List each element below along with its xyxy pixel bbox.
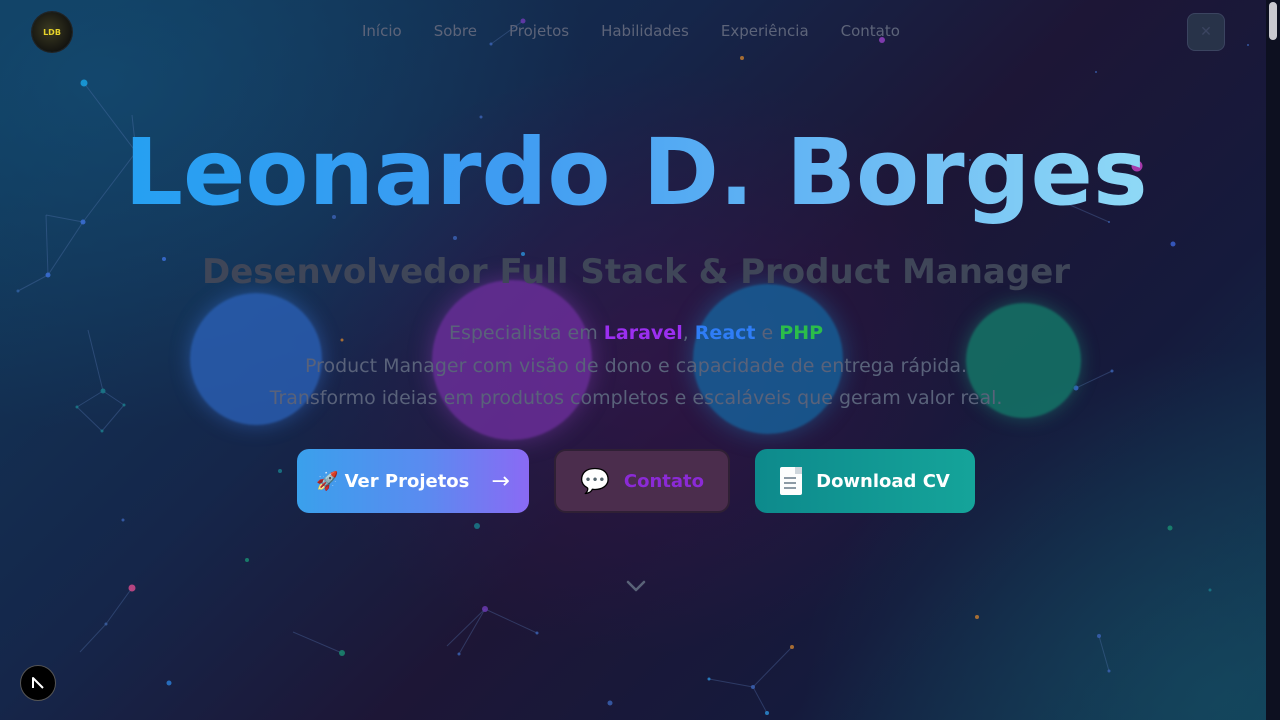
hero-line-2: Product Manager com visão de dono e capa… [304, 355, 968, 377]
constellation-star [339, 650, 345, 656]
comma: , [682, 322, 689, 344]
constellation-star [474, 523, 480, 529]
tech-react: React [694, 322, 756, 344]
constellation-star [1097, 634, 1101, 638]
arrow-up-left-icon[interactable] [20, 665, 56, 701]
constellation-star [166, 680, 172, 686]
constellation-line [1098, 635, 1110, 672]
constellation-star [121, 518, 125, 522]
constellation-star [453, 236, 457, 240]
constellation-star [482, 606, 488, 612]
constellation-line [752, 646, 793, 688]
nav-item-contato[interactable]: Contato [841, 21, 900, 41]
nav-item-habilidades[interactable]: Habilidades [601, 21, 689, 41]
rocket-icon: 🚀 [316, 470, 339, 492]
main-nav: Início Sobre Projetos Habilidades Experi… [362, 21, 900, 41]
download-cv-label: Download CV [816, 470, 950, 492]
close-icon: ✕ [1200, 24, 1212, 40]
logo-text: LDB [43, 27, 61, 37]
constellation-star [1208, 588, 1212, 592]
constellation-line [458, 608, 486, 655]
constellation-star [128, 584, 136, 592]
menu-toggle-button[interactable]: ✕ [1187, 13, 1225, 51]
specialist-prefix: Especialista em [448, 322, 598, 344]
constellation-line [484, 608, 538, 634]
document-icon [780, 467, 803, 495]
constellation-line [76, 406, 103, 432]
constellation-star [1170, 241, 1176, 247]
constellation-star [1247, 44, 1249, 46]
view-projects-label: Ver Projetos [344, 470, 470, 492]
nav-item-sobre[interactable]: Sobre [434, 21, 477, 41]
chevron-down-icon[interactable] [625, 578, 647, 594]
constellation-line [79, 623, 107, 653]
constellation-line [446, 608, 486, 647]
constellation-line [708, 678, 754, 688]
constellation-star [1107, 669, 1111, 673]
nav-item-projetos[interactable]: Projetos [509, 21, 569, 41]
constellation-line [752, 686, 768, 714]
constellation-star [607, 700, 613, 706]
brand-logo[interactable]: LDB [32, 12, 72, 52]
tech-laravel: Laravel [603, 322, 683, 344]
contact-button[interactable]: 💬 Contato [554, 449, 730, 513]
constellation-star [278, 469, 282, 473]
nav-item-inicio[interactable]: Início [362, 21, 402, 41]
constellation-star [535, 631, 539, 635]
constellation-star [740, 56, 744, 60]
constellation-line [105, 587, 133, 625]
constellation-star [100, 429, 104, 433]
scrollbar-thumb[interactable] [1269, 2, 1277, 40]
contact-label: Contato [623, 470, 704, 492]
hero-name: Leonardo D. Borges [0, 118, 1272, 228]
and-word: e [761, 322, 774, 344]
tech-php: PHP [779, 322, 824, 344]
constellation-line [292, 631, 343, 654]
constellation-star [457, 652, 461, 656]
view-projects-button[interactable]: 🚀 Ver Projetos → [297, 449, 529, 513]
constellation-star [1167, 525, 1173, 531]
download-cv-button[interactable]: Download CV [755, 449, 975, 513]
constellation-star [489, 42, 493, 46]
speech-bubble-icon: 💬 [579, 467, 610, 495]
hero-specialties: Especialista em Laravel, React e PHP [0, 321, 1272, 345]
constellation-star [245, 558, 249, 562]
arrow-right-icon: → [491, 468, 510, 494]
nav-item-experiencia[interactable]: Experiência [721, 21, 809, 41]
constellation-star [751, 685, 755, 689]
constellation-star [80, 79, 88, 87]
constellation-star [1095, 71, 1097, 73]
constellation-star [765, 711, 769, 715]
constellation-star [790, 645, 794, 649]
constellation-star [707, 677, 711, 681]
hero-line-3: Transformo ideias em produtos completos … [269, 387, 1003, 409]
constellation-star [975, 615, 979, 619]
constellation-star [104, 622, 108, 626]
hero-subtitle: Desenvolvedor Full Stack & Product Manag… [201, 252, 1071, 292]
